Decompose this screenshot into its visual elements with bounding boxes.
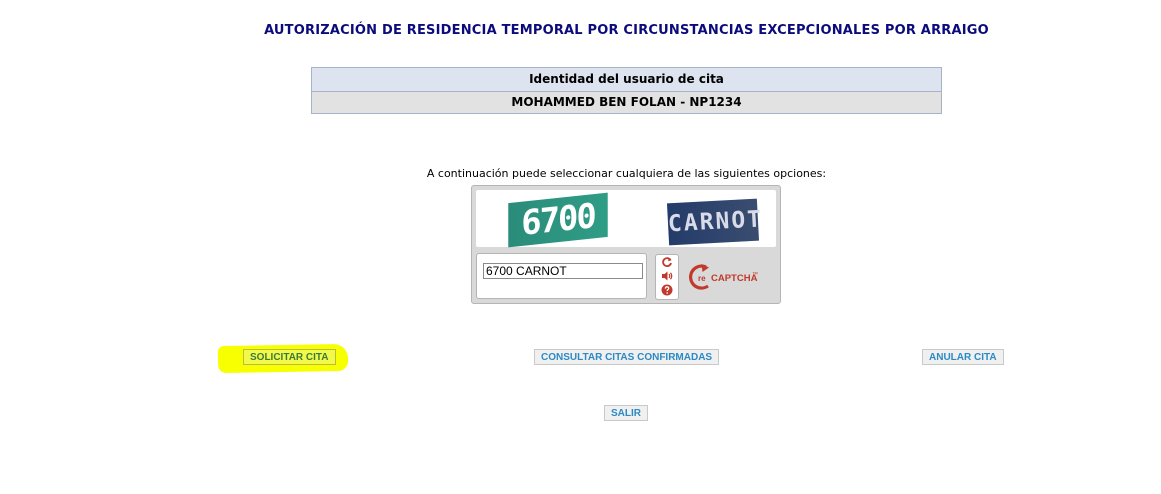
captcha-controls <box>655 254 679 300</box>
recaptcha-prefix: re <box>698 274 706 283</box>
help-icon[interactable] <box>656 283 678 297</box>
instructions-text: A continuación puede seleccionar cualqui… <box>426 167 827 180</box>
consultar-citas-button[interactable]: CONSULTAR CITAS CONFIRMADAS <box>534 349 720 365</box>
salir-button[interactable]: SALIR <box>604 405 648 421</box>
identity-table: Identidad del usuario de cita MOHAMMED B… <box>311 67 942 114</box>
anular-cita-button[interactable]: ANULAR CITA <box>922 349 1004 365</box>
recaptcha-text: CAPTCHA <box>711 273 758 284</box>
captcha-image: 6700 CARNOT <box>476 190 776 248</box>
solicitar-cita-button[interactable]: SOLICITAR CITA <box>243 349 336 365</box>
recaptcha-tm: ™ <box>752 271 758 278</box>
identity-value: MOHAMMED BEN FOLAN - NP1234 <box>312 92 941 113</box>
refresh-icon[interactable] <box>656 255 678 269</box>
captcha-word-1: 6700 <box>508 192 608 248</box>
captcha-widget: 6700 CARNOT 6700 CARNOT re CAPTCHA ™ <box>471 185 781 304</box>
captcha-word-2: CARNOT <box>666 198 764 246</box>
captcha-input-container <box>476 253 647 299</box>
speaker-icon[interactable] <box>656 269 678 283</box>
captcha-input[interactable] <box>483 263 643 279</box>
identity-header: Identidad del usuario de cita <box>312 68 941 92</box>
page-title: AUTORIZACIÓN DE RESIDENCIA TEMPORAL POR … <box>264 23 989 38</box>
recaptcha-logo: re CAPTCHA ™ <box>686 260 776 296</box>
